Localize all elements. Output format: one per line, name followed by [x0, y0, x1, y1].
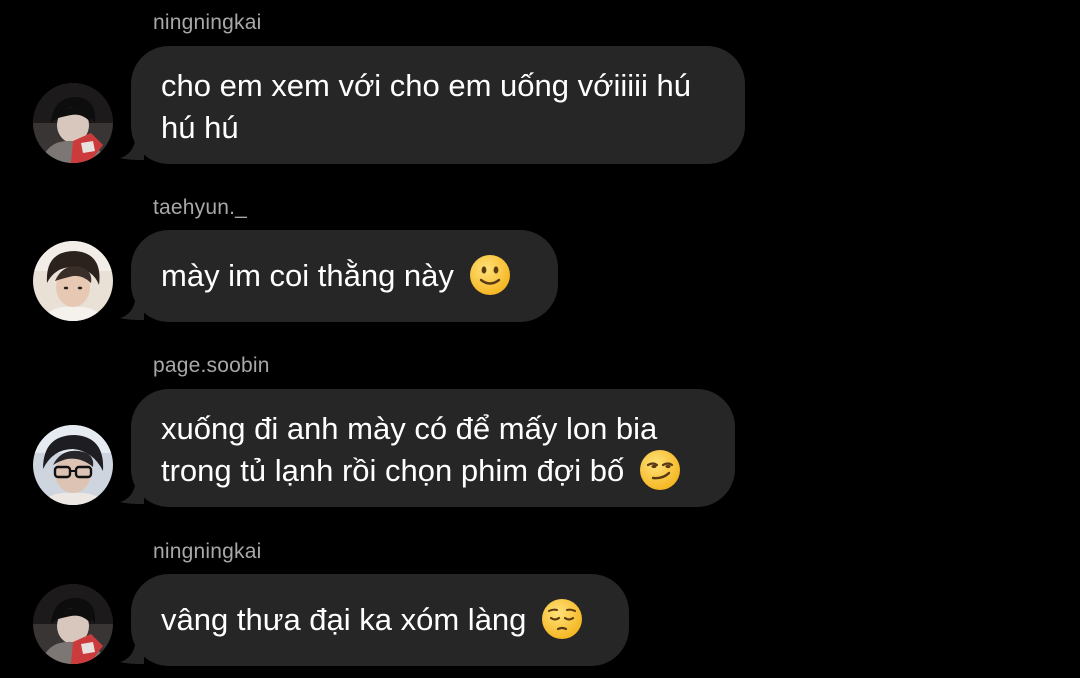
message-bubble[interactable]: cho em xem với cho em uống vớiiiii hú hú…: [131, 46, 745, 164]
message-bubble[interactable]: vâng thưa đại ka xóm làng: [131, 574, 629, 666]
message-bubble[interactable]: xuống đi anh mày có để mấy lon bia trong…: [131, 389, 735, 507]
pensive-face-emoji: [542, 598, 583, 639]
sender-name[interactable]: page.soobin: [153, 354, 270, 378]
user-avatar-icon: [33, 584, 113, 664]
chat-thread: ningningkai cho em xem với cho em uống v…: [0, 0, 1080, 678]
user-avatar-icon: [33, 83, 113, 163]
avatar[interactable]: [33, 584, 113, 664]
smirking-face-emoji: [639, 449, 680, 490]
avatar[interactable]: [33, 83, 113, 163]
message-line: trong tủ lạnh rồi chọn phim đợi bố: [161, 449, 705, 492]
message-bubble[interactable]: mày im coi thằng này: [131, 230, 558, 322]
slightly-smiling-face-emoji: [469, 254, 510, 295]
message-text: vâng thưa đại ka xóm làng: [161, 602, 527, 637]
user-avatar-icon: [33, 425, 113, 505]
message-text: trong tủ lạnh rồi chọn phim đợi bố: [161, 453, 625, 488]
user-avatar-icon: [33, 241, 113, 321]
sender-name[interactable]: ningningkai: [153, 540, 261, 564]
avatar[interactable]: [33, 241, 113, 321]
message-text: cho em xem với cho em uống vớiiiii hú: [161, 68, 691, 103]
message-text: xuống đi anh mày có để mấy lon bia: [161, 411, 658, 446]
message-text: hú hú: [161, 110, 239, 145]
message-group: ningningkai vâng thưa đại ka xóm làng: [0, 534, 1080, 678]
sender-name[interactable]: taehyun._: [153, 196, 247, 220]
message-group: page.soobin xuống đi anh mày có để mấy l…: [0, 348, 1080, 518]
avatar[interactable]: [33, 425, 113, 505]
message-group: taehyun._ mày im coi thằng này: [0, 190, 1080, 330]
sender-name[interactable]: ningningkai: [153, 11, 261, 35]
message-text: mày im coi thằng này: [161, 258, 454, 293]
message-group: ningningkai cho em xem với cho em uống v…: [0, 0, 1080, 170]
